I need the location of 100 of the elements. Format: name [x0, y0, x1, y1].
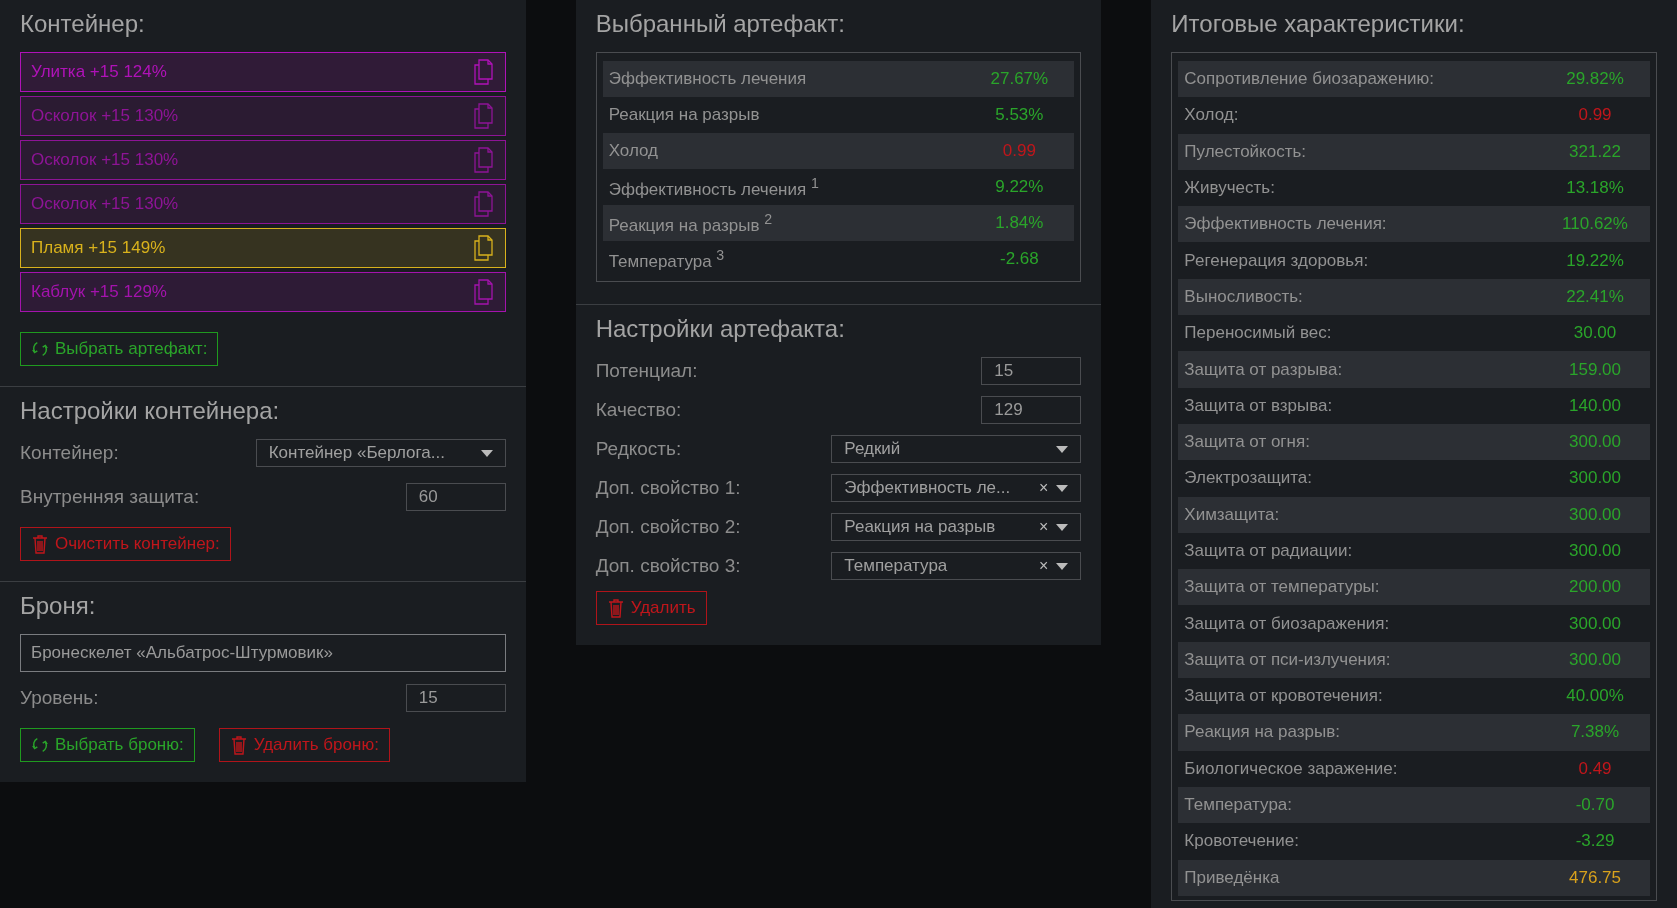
section-title: Настройки контейнера: — [20, 397, 281, 425]
field-label: Потенциал: — [595, 360, 698, 382]
stat-value: 0.99 — [1577, 105, 1613, 126]
stat-value: 300.00 — [1568, 432, 1622, 453]
section-title: Итоговые характеристики: — [1171, 10, 1466, 38]
clear-icon[interactable]: × — [1039, 557, 1049, 575]
field-label: Доп. свойство 2: — [595, 516, 741, 538]
number-input[interactable]: 129 — [981, 396, 1082, 424]
stat-name: Переносимый вес: — [1184, 323, 1332, 344]
stat-value: 300.00 — [1568, 504, 1622, 525]
dropdown[interactable]: Температура × — [831, 552, 1082, 580]
choose-armor-button[interactable]: Выбрать броню: — [20, 728, 195, 762]
section-title: Контейнер: — [20, 10, 146, 38]
stat-value: 110.62% — [1561, 214, 1629, 235]
stat-name: Холод: — [1184, 105, 1239, 126]
stat-value: 9.22% — [994, 177, 1045, 197]
stat-value: 1.84% — [994, 213, 1045, 233]
stat-value: 30.00 — [1572, 323, 1618, 344]
copy-icon[interactable] — [472, 235, 495, 261]
stat-name: Пулестойкость: — [1184, 141, 1307, 162]
trash-icon — [31, 534, 49, 554]
dropdown[interactable]: Эффективность ле... × — [831, 474, 1082, 502]
clear-icon[interactable]: × — [1039, 518, 1049, 536]
stat-value: 300.00 — [1568, 649, 1622, 670]
dropdown[interactable]: Редкий — [831, 435, 1082, 463]
stat-value: 300.00 — [1568, 468, 1622, 489]
section-title: Выбранный артефакт: — [595, 10, 846, 38]
stat-name: Защита от биозаражения: — [1184, 613, 1390, 634]
stat-name: Эффективность лечения — [608, 69, 807, 89]
dropdown[interactable]: Реакция на разрыв × — [831, 513, 1082, 541]
stat-name: Электрозащита: — [1184, 468, 1312, 489]
choose-artifact-button[interactable]: Выбрать артефакт: — [20, 332, 219, 366]
stat-name: Реакция на разрыв: — [1184, 722, 1340, 743]
artifact-slot[interactable]: Пламя +15 149% — [20, 228, 506, 268]
stat-value: -3.29 — [1574, 831, 1616, 852]
caret-icon — [480, 449, 493, 457]
stat-name: Защита от пси-излучения: — [1184, 649, 1391, 670]
trash-icon — [606, 598, 625, 618]
section-title: Броня: — [20, 592, 97, 620]
stat-name: Защита от огня: — [1184, 432, 1310, 453]
number-input[interactable]: 15 — [981, 357, 1082, 385]
stat-name: Защита от взрыва: — [1184, 395, 1333, 416]
stat-value: 321.22 — [1568, 141, 1622, 162]
stat-name: Температура $^{3}$ — [608, 246, 725, 272]
stat-value: 29.82% — [1565, 69, 1625, 90]
refresh-icon — [31, 735, 49, 755]
caret-icon — [1056, 523, 1069, 531]
field-label: Доп. свойство 1: — [595, 477, 741, 499]
field-label: Доп. свойство 3: — [595, 555, 741, 577]
stat-value: 476.75 — [1568, 867, 1622, 888]
stat-name: Холод — [608, 141, 658, 161]
stat-name: Биологическое заражение: — [1184, 758, 1398, 779]
stat-value: 159.00 — [1568, 359, 1622, 380]
field-label: Внутренняя защита: — [20, 486, 200, 508]
stat-value: 27.67% — [989, 69, 1050, 89]
caret-icon — [1056, 445, 1069, 453]
field-label: Редкость: — [595, 438, 682, 460]
stat-value: 300.00 — [1568, 613, 1622, 634]
copy-icon[interactable] — [472, 279, 495, 305]
stat-name: Температура: — [1184, 795, 1293, 816]
stat-name: Реакция на разрыв $^{2}$ — [608, 210, 773, 236]
refresh-icon — [31, 339, 49, 359]
stat-name: Реакция на разрыв — [608, 105, 760, 125]
stat-value: 140.00 — [1568, 395, 1622, 416]
clear-icon[interactable]: × — [1039, 479, 1049, 497]
stat-name: Защита от кровотечения: — [1184, 686, 1383, 707]
stat-name: Защита от температуры: — [1184, 577, 1380, 598]
caret-icon — [1056, 562, 1069, 570]
stat-value: 13.18% — [1565, 178, 1625, 199]
section-title: Настройки артефакта: — [595, 315, 846, 343]
stat-value: -0.70 — [1574, 795, 1616, 816]
stat-value: 40.00% — [1565, 686, 1625, 707]
number-input[interactable]: 60 — [405, 483, 506, 511]
stat-name: Сопротивление биозаражению: — [1184, 69, 1434, 90]
field-label: Контейнер: — [20, 442, 119, 464]
stat-value: 0.49 — [1577, 758, 1613, 779]
trash-icon — [229, 735, 248, 755]
stat-name: Эффективность лечения: — [1184, 214, 1387, 235]
stat-name: Живучесть: — [1184, 178, 1275, 199]
stat-name: Выносливость: — [1184, 286, 1303, 307]
stat-value: 5.53% — [994, 105, 1045, 125]
stat-name: Эффективность лечения $^{1}$ — [608, 174, 819, 200]
stat-name: Регенерация здоровья: — [1184, 250, 1369, 271]
dropdown[interactable]: Контейнер «Берлога... — [255, 439, 506, 467]
stat-value: -2.68 — [998, 249, 1040, 269]
field-label: Уровень: — [20, 687, 99, 709]
stat-name: Химзащита: — [1184, 504, 1280, 525]
caret-icon — [1056, 484, 1069, 492]
copy-icon[interactable] — [472, 59, 495, 85]
stat-name: Защита от радиации: — [1184, 541, 1353, 561]
stat-value: 300.00 — [1568, 541, 1622, 561]
stat-value: 19.22% — [1565, 250, 1625, 271]
number-input[interactable]: 15 — [405, 684, 506, 712]
stat-value: 0.99 — [1001, 141, 1037, 161]
field-label: Качество: — [595, 399, 682, 421]
stat-name: Защита от разрыва: — [1184, 359, 1343, 380]
armor-name-field[interactable]: Бронескелет «Альбатрос-Штурмовик» — [20, 634, 506, 672]
stat-value: 22.41% — [1565, 286, 1625, 307]
stat-name: Приведёнка — [1184, 867, 1280, 888]
stat-value: 200.00 — [1568, 577, 1622, 598]
